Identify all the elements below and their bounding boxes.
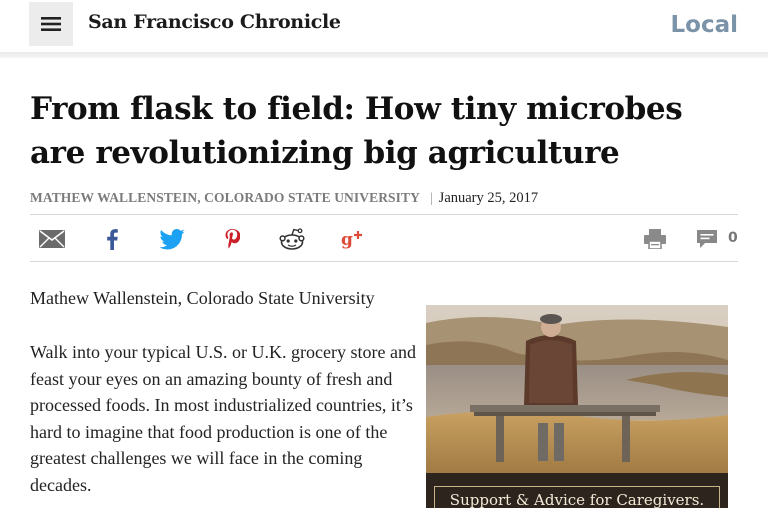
google-plus-icon: g <box>341 230 362 250</box>
share-bar-bottom-rule <box>30 261 738 262</box>
masthead-logo[interactable]: San Francisco Chronicle <box>88 11 341 33</box>
comment-count[interactable]: 0 <box>728 230 738 246</box>
share-facebook-button[interactable] <box>101 226 123 252</box>
header-shadow <box>0 52 768 58</box>
email-icon <box>39 230 65 248</box>
print-button[interactable] <box>643 226 667 252</box>
share-email-button[interactable] <box>38 226 66 252</box>
article-credit: Mathew Wallenstein, Colorado State Unive… <box>30 288 375 308</box>
publish-date: January 25, 2017 <box>438 190 539 206</box>
article-paragraph: Walk into your typical U.S. or U.K. groc… <box>30 342 416 495</box>
author-name[interactable]: MATHEW WALLENSTEIN, COLORADO STATE UNIVE… <box>30 190 420 205</box>
comments-button[interactable] <box>694 226 720 252</box>
svg-text:g: g <box>341 230 353 250</box>
share-bar-top-rule <box>30 214 738 215</box>
ad-image <box>426 305 728 508</box>
facebook-icon <box>107 229 118 250</box>
article-byline: MATHEW WALLENSTEIN, COLORADO STATE UNIVE… <box>30 190 538 207</box>
print-icon <box>644 229 666 249</box>
byline-separator: | <box>429 190 433 205</box>
reddit-icon <box>279 228 305 250</box>
ad-caption: Support & Advice for Caregivers. <box>434 486 720 508</box>
share-reddit-button[interactable] <box>278 226 306 252</box>
site-header: San Francisco Chronicle Local <box>0 0 768 53</box>
twitter-icon <box>159 228 185 249</box>
menu-button[interactable] <box>29 2 73 46</box>
section-link-local[interactable]: Local <box>671 12 739 38</box>
comment-icon <box>697 229 717 248</box>
share-pinterest-button[interactable] <box>221 226 243 252</box>
share-twitter-button[interactable] <box>158 226 186 252</box>
hamburger-menu-icon <box>41 17 61 31</box>
advertisement[interactable]: Support & Advice for Caregivers. <box>426 305 728 508</box>
article-headline: From flask to field: How tiny microbes a… <box>30 91 683 171</box>
share-google-plus-button[interactable]: g <box>340 226 364 252</box>
pinterest-icon <box>225 229 240 249</box>
